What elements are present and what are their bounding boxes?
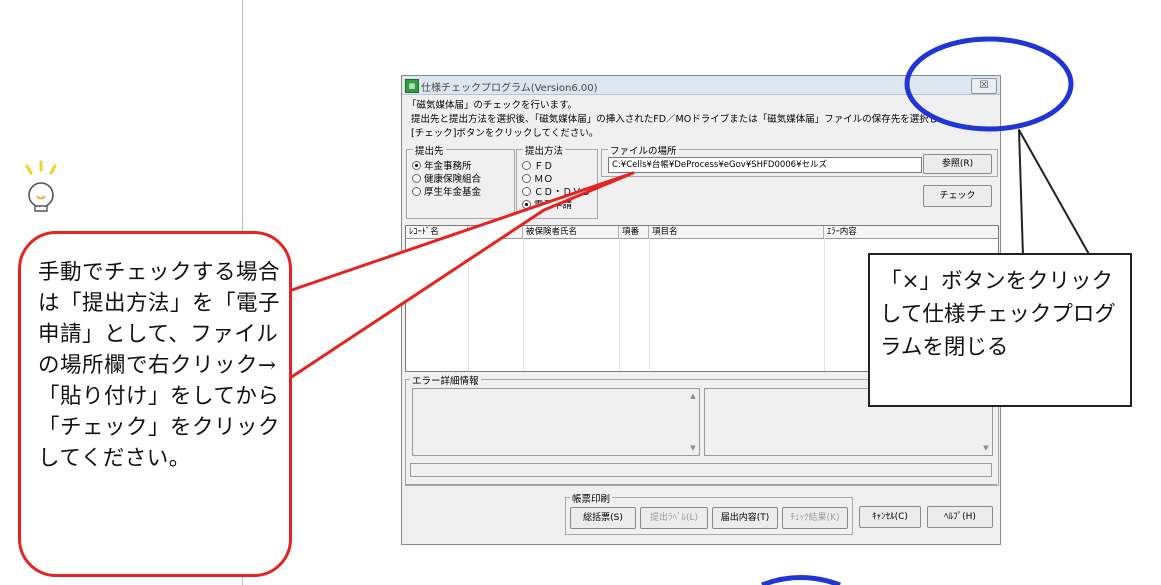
left-callout-text: 手動でチェックする場合は「提出方法」を「電子申請」として、ファイルの場所欄で右ク… (38, 260, 281, 471)
right-callout-text: 「×」ボタンをクリックして仕様チェックプログラムを閉じる (880, 269, 1116, 360)
right-callout-pointer (1018, 129, 1091, 257)
close-button-highlight-ellipse (904, 36, 1074, 132)
left-callout-pointer (284, 171, 635, 380)
partial-highlight-ellipse (761, 575, 841, 585)
